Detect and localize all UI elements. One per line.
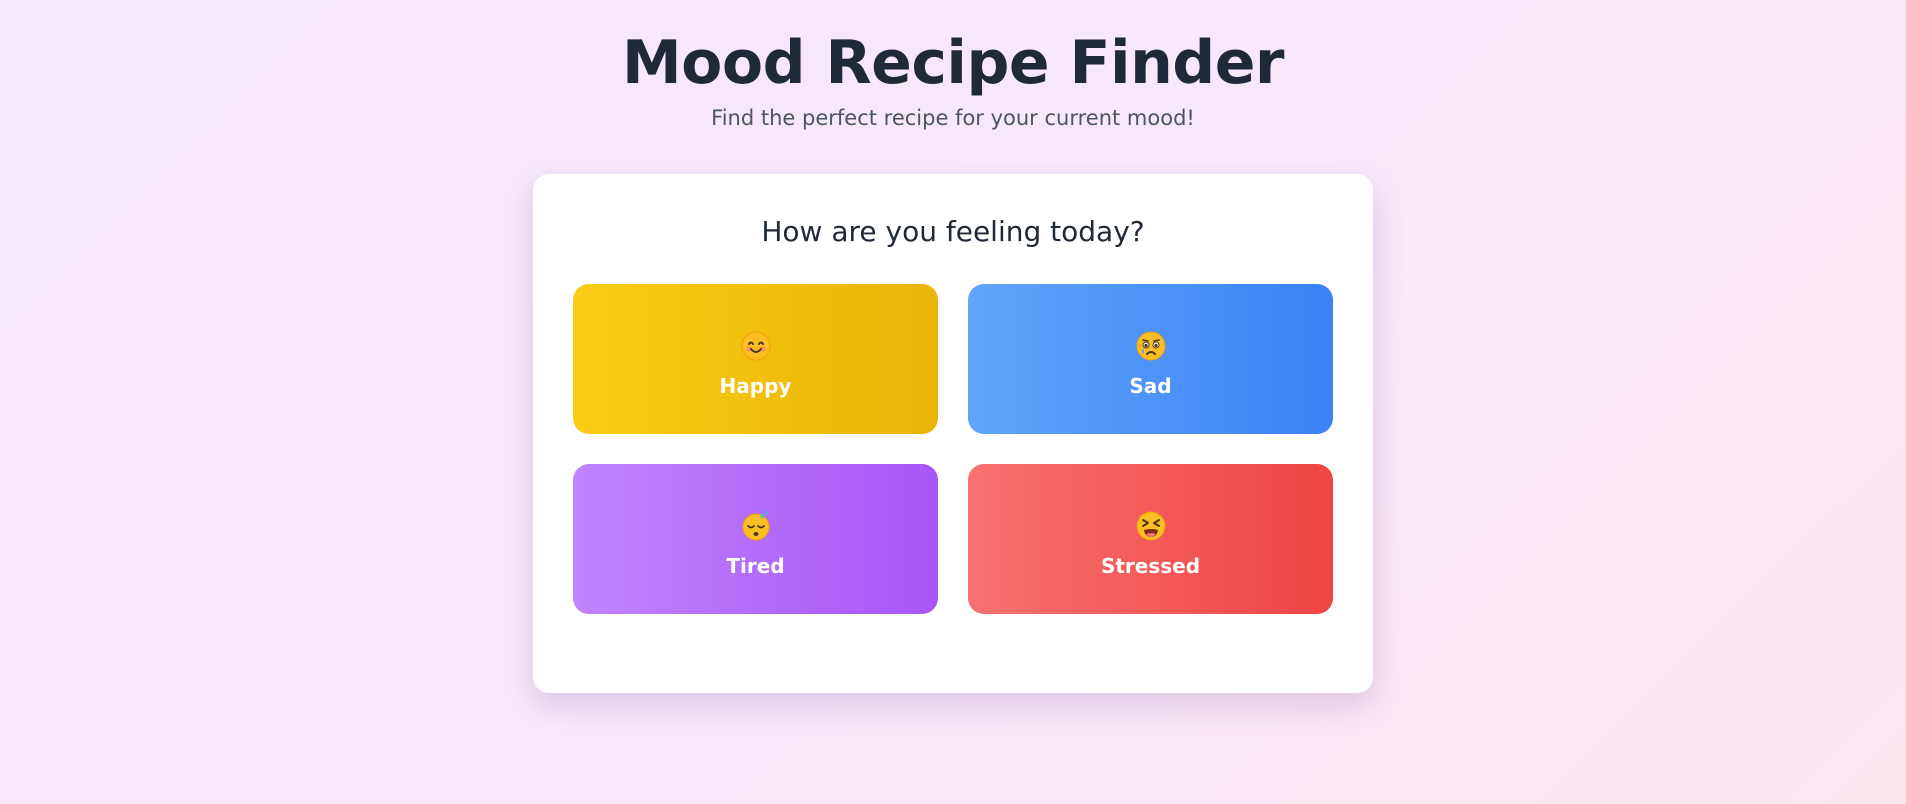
page-header: Mood Recipe Finder Find the perfect reci… [0,28,1906,132]
svg-text:z: z [765,510,769,517]
happy-mood-button[interactable]: Happy [573,284,938,434]
page-title: Mood Recipe Finder [621,28,1285,98]
tired-mood-label: Tired [726,554,785,578]
mood-card: How are you feeling today? Happy Sad z z… [533,174,1373,693]
page-subtitle: Find the perfect recipe for your current… [711,106,1195,130]
stressed-mood-button[interactable]: Stressed [968,464,1333,614]
tired-face-icon [1135,510,1167,542]
stressed-mood-label: Stressed [1100,554,1201,578]
happy-mood-label: Happy [719,374,792,398]
crying-face-icon [1135,330,1167,362]
sad-mood-button[interactable]: Sad [968,284,1333,434]
mood-question: How are you feeling today? [761,215,1145,248]
sleeping-face-icon: z z [740,510,772,542]
smiling-face-icon [740,330,772,362]
sad-mood-label: Sad [1129,374,1172,398]
tired-mood-button[interactable]: z z Tired [573,464,938,614]
